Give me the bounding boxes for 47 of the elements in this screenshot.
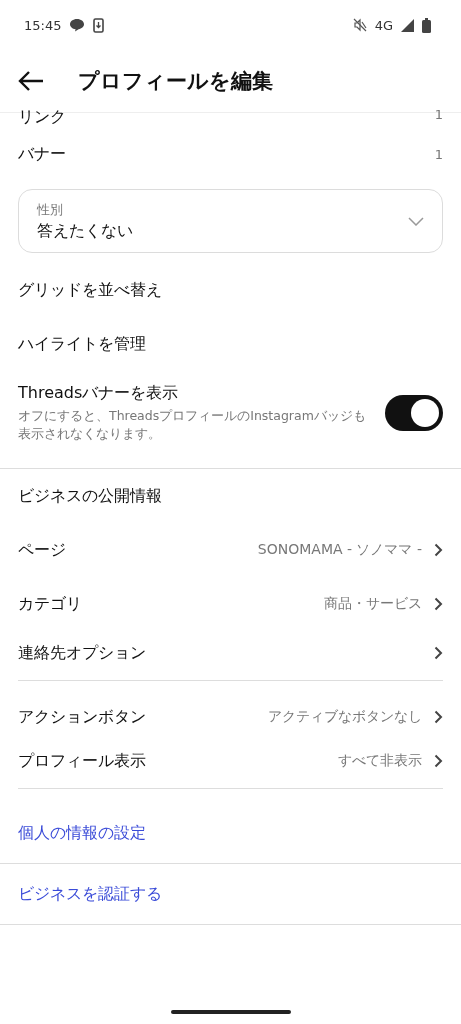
row-label: ページ — [18, 539, 67, 561]
row-value: 商品・サービス — [324, 595, 422, 613]
network-type: 4G — [374, 17, 393, 33]
row-value: アクティブなボタンなし — [268, 708, 422, 726]
chevron-right-icon — [434, 543, 443, 557]
mute-icon — [352, 18, 367, 32]
screen-title: プロフィールを編集 — [78, 68, 273, 95]
row-value: SONOMAMA - ソノママ - — [257, 541, 422, 559]
chevron-right-icon — [434, 597, 443, 611]
settings-row[interactable]: アクションボタン アクティブなボタンなし — [0, 695, 461, 739]
chat-bubble-icon — [69, 18, 86, 32]
row-label: バナー — [18, 143, 67, 165]
settings-row[interactable]: グリッドを並べ替え — [0, 263, 461, 317]
settings-row[interactable]: リンク 1 — [0, 107, 461, 127]
toggle-label: Threadsバナーを表示 — [18, 383, 180, 404]
row-label: 連絡先オプション — [18, 642, 147, 664]
row-label: アクションボタン — [18, 706, 147, 728]
settings-row[interactable]: 連絡先オプション — [0, 631, 461, 675]
chevron-down-icon — [408, 216, 424, 226]
chevron-right-icon — [434, 710, 443, 724]
row-label: カテゴリ — [18, 593, 83, 615]
field-label: 性別 — [37, 200, 64, 219]
settings-row[interactable]: バナー 1 — [0, 127, 461, 181]
back-button[interactable] — [18, 71, 44, 91]
settings-row[interactable]: プロフィール表示 すべて非表示 — [0, 739, 461, 783]
status-time: 15:45 — [24, 17, 62, 33]
settings-row[interactable]: ハイライトを管理 — [0, 317, 461, 371]
toggle-switch[interactable] — [385, 394, 443, 431]
section-heading: ビジネスの公開情報 — [17, 484, 163, 507]
battery-icon — [422, 17, 431, 33]
toggle-description: オフにすると、ThreadsプロフィールのInstagramバッジも表示されなくなります。 — [18, 407, 367, 442]
row-label: プロフィール表示 — [18, 750, 147, 772]
count-value: 1 — [434, 146, 443, 162]
link[interactable]: 個人の情報の設定 — [0, 803, 461, 863]
row-label: リンク — [18, 107, 67, 128]
phone-download-icon — [93, 17, 105, 33]
back-arrow-icon — [18, 71, 44, 91]
chevron-right-icon — [434, 646, 443, 660]
field-value: 答えたくない — [37, 220, 134, 242]
gender-dropdown[interactable]: 性別 答えたくない — [18, 189, 443, 253]
settings-row[interactable]: ページ SONOMAMA - ソノママ - — [0, 523, 461, 577]
signal-icon — [401, 18, 414, 32]
count-value: 1 — [434, 107, 443, 122]
settings-row[interactable]: カテゴリ 商品・サービス — [0, 577, 461, 631]
chevron-right-icon — [434, 754, 443, 768]
link[interactable]: ビジネスを認証する — [0, 864, 461, 924]
row-value: すべて非表示 — [338, 752, 422, 770]
